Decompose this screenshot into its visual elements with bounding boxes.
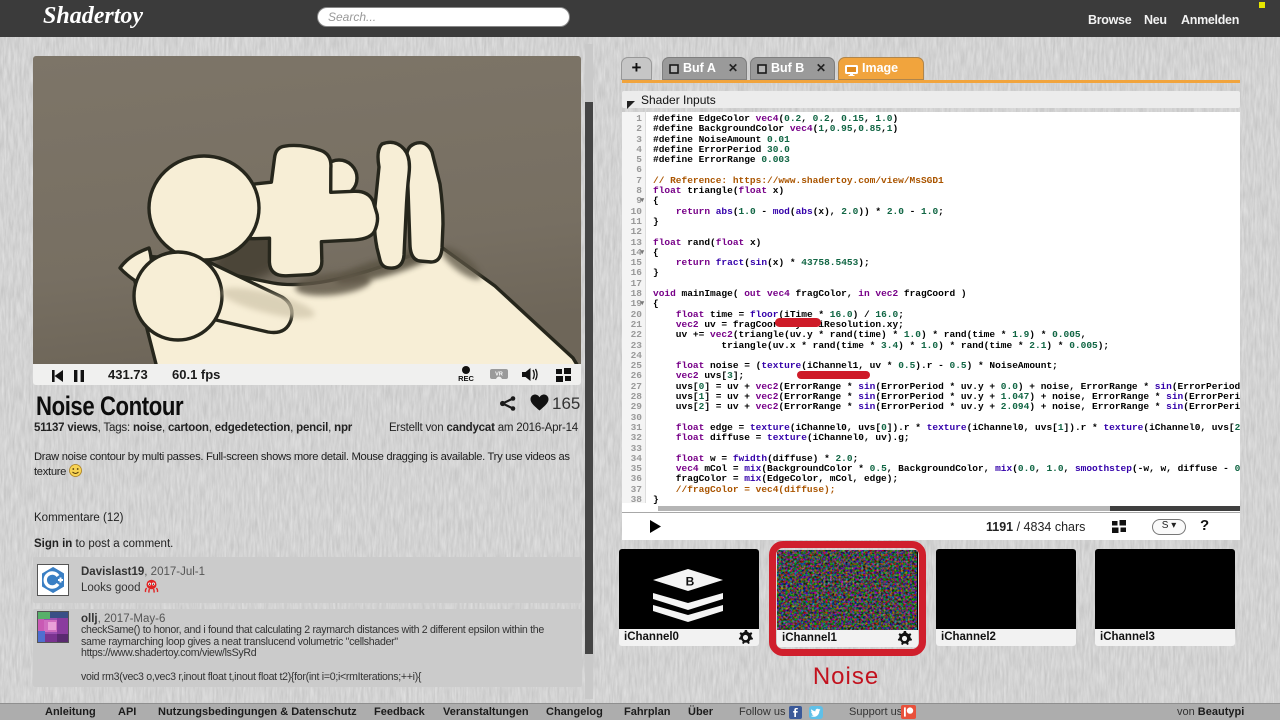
svg-text:B: B: [686, 575, 695, 589]
svg-text:REC: REC: [458, 374, 474, 382]
svg-text:VR: VR: [495, 371, 503, 377]
